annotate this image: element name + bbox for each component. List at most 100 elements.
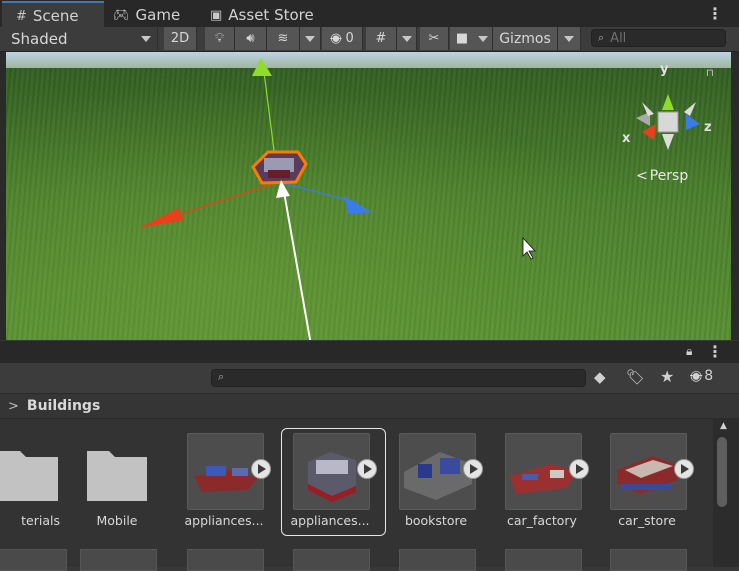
favorite-star-icon[interactable]: ★ xyxy=(660,367,674,386)
scene-toolbar: Shaded 2D 💡︎ 🔊︎ ≋ ◉ 0 # ✂ ■ Gizmos ⌕ All xyxy=(0,27,739,52)
scene-overlay: ⊓ xyxy=(139,58,714,340)
speaker-icon: 🔊︎ xyxy=(246,31,255,46)
asset-item-prefab[interactable]: bookstore xyxy=(386,419,486,539)
project-search-input[interactable]: ⌕ xyxy=(211,369,586,387)
hidden-packages-count: 8 xyxy=(704,368,714,384)
chevron-right-icon[interactable]: > xyxy=(8,399,19,414)
z-axis-line xyxy=(277,181,357,203)
drag-arrow-line xyxy=(283,191,312,340)
shading-mode-dropdown[interactable]: Shaded xyxy=(5,27,158,50)
asset-thumbnail-partial[interactable] xyxy=(610,549,687,571)
tools-icon: ✂ xyxy=(428,31,440,46)
asset-item-folder[interactable]: terials xyxy=(0,419,60,539)
filter-by-type-icon[interactable]: ◆ xyxy=(594,368,606,386)
gizmos-label: Gizmos xyxy=(499,30,551,47)
selection-highlight xyxy=(281,428,386,536)
asset-thumbnail-partial[interactable] xyxy=(187,549,264,571)
grid-icon: # xyxy=(16,8,27,24)
lock-icon[interactable]: 🔒︎ xyxy=(686,344,692,359)
play-icon[interactable] xyxy=(463,459,483,479)
play-icon[interactable] xyxy=(569,459,589,479)
hidden-packages-toggle[interactable]: ◉ 8 xyxy=(690,368,713,384)
asset-thumbnail-partial[interactable] xyxy=(505,549,582,571)
asset-item-prefab[interactable]: appliances... xyxy=(174,419,274,539)
scene-search-input[interactable]: ⌕ All xyxy=(591,29,726,47)
scroll-up-icon[interactable]: ▲ xyxy=(720,421,727,431)
mouse-cursor xyxy=(522,236,536,260)
asset-label: car_store xyxy=(618,513,676,528)
tools-button[interactable]: ✂ xyxy=(420,27,449,50)
more-options-icon[interactable]: ⋮ xyxy=(707,342,723,361)
asset-thumbnail-partial[interactable] xyxy=(293,549,370,571)
search-icon: ⌕ xyxy=(218,370,225,383)
asset-label: car_factory xyxy=(507,513,577,528)
chevron-down-icon xyxy=(401,35,412,42)
audio-toggle-button[interactable]: 🔊︎ xyxy=(235,27,267,50)
asset-label: Mobile xyxy=(96,513,138,528)
breadcrumb-folder[interactable]: Buildings xyxy=(27,398,100,414)
asset-item-prefab[interactable]: car_store xyxy=(597,419,697,539)
shopping-bag-icon: ▣ xyxy=(210,7,223,23)
breadcrumb: > Buildings xyxy=(0,394,739,419)
grid-toggle-button[interactable]: # xyxy=(366,27,397,50)
chevron-left-icon: < xyxy=(636,168,648,184)
camera-button[interactable]: ■ xyxy=(450,27,475,50)
scene-viewport[interactable]: ⊓ y x z < Persp xyxy=(6,52,731,340)
more-options-icon[interactable]: ⋮ xyxy=(707,4,723,24)
chevron-down-icon xyxy=(305,35,315,42)
hidden-count: 0 xyxy=(345,31,354,46)
gizmos-button[interactable]: Gizmos xyxy=(493,27,558,50)
effects-dropdown[interactable] xyxy=(300,27,321,50)
tab-game-label: Game xyxy=(135,6,181,24)
scene-visibility-toggle[interactable]: ◉ 0 xyxy=(322,27,363,50)
camera-icon: ■ xyxy=(455,31,469,46)
asset-item-folder[interactable]: Mobile xyxy=(67,419,167,539)
asset-item-prefab[interactable]: car_factory xyxy=(492,419,592,539)
search-placeholder: All xyxy=(610,30,627,46)
projection-toggle[interactable]: < Persp xyxy=(636,168,688,184)
gizmo-label-y: y xyxy=(660,62,669,77)
chevron-down-icon xyxy=(478,35,488,42)
eye-slash-icon: ◉ xyxy=(690,368,703,384)
lightbulb-icon: 💡︎ xyxy=(214,31,225,46)
x-axis-handle xyxy=(139,208,184,228)
tab-game[interactable]: 🎮︎ Game xyxy=(113,3,180,27)
folder-icon xyxy=(87,451,147,501)
asset-label: appliances... xyxy=(184,513,264,528)
gizmo-label-z: z xyxy=(704,120,712,135)
asset-label: terials xyxy=(21,513,60,528)
z-axis-handle xyxy=(344,196,372,214)
camera-dropdown[interactable] xyxy=(474,27,493,50)
lock-icon: ⊓ xyxy=(706,68,714,79)
play-icon[interactable] xyxy=(674,459,694,479)
tab-asset-store[interactable]: ▣ Asset Store xyxy=(210,3,314,27)
tab-bar: # Scene 🎮︎ Game ▣ Asset Store ⋮ xyxy=(0,0,739,29)
tab-scene-label: Scene xyxy=(32,7,79,25)
projection-label: Persp xyxy=(649,168,689,184)
layers-icon: ≋ xyxy=(277,31,289,46)
2d-label: 2D xyxy=(170,31,190,46)
tab-scene[interactable]: # Scene xyxy=(2,1,104,29)
lighting-toggle-button[interactable]: 💡︎ xyxy=(205,27,235,50)
grid-dropdown[interactable] xyxy=(397,27,417,50)
effects-toggle-button[interactable]: ≋ xyxy=(267,27,300,50)
filter-by-label-icon[interactable]: 🏷︎ xyxy=(626,368,645,386)
play-icon[interactable] xyxy=(251,459,271,479)
selected-building-object xyxy=(251,150,308,185)
asset-thumbnail-partial[interactable] xyxy=(0,549,67,571)
search-icon: ⌕ xyxy=(598,31,605,44)
2d-toggle-button[interactable]: 2D xyxy=(164,27,197,50)
asset-thumbnail-partial[interactable] xyxy=(399,549,476,571)
tab-asset-store-label: Asset Store xyxy=(228,6,314,24)
grid-snap-icon: # xyxy=(375,31,387,46)
gizmos-dropdown[interactable] xyxy=(558,27,581,50)
y-axis-handle xyxy=(252,58,272,76)
asset-thumbnail-partial[interactable] xyxy=(80,549,157,571)
asset-label: bookstore xyxy=(404,513,468,528)
eye-slash-icon: ◉ xyxy=(330,31,342,46)
chevron-down-icon xyxy=(141,35,151,42)
gizmo-label-x: x xyxy=(622,131,631,146)
scrollbar-thumb[interactable] xyxy=(717,437,727,507)
chevron-down-icon xyxy=(564,35,574,42)
gamepad-icon: 🎮︎ xyxy=(113,7,130,23)
